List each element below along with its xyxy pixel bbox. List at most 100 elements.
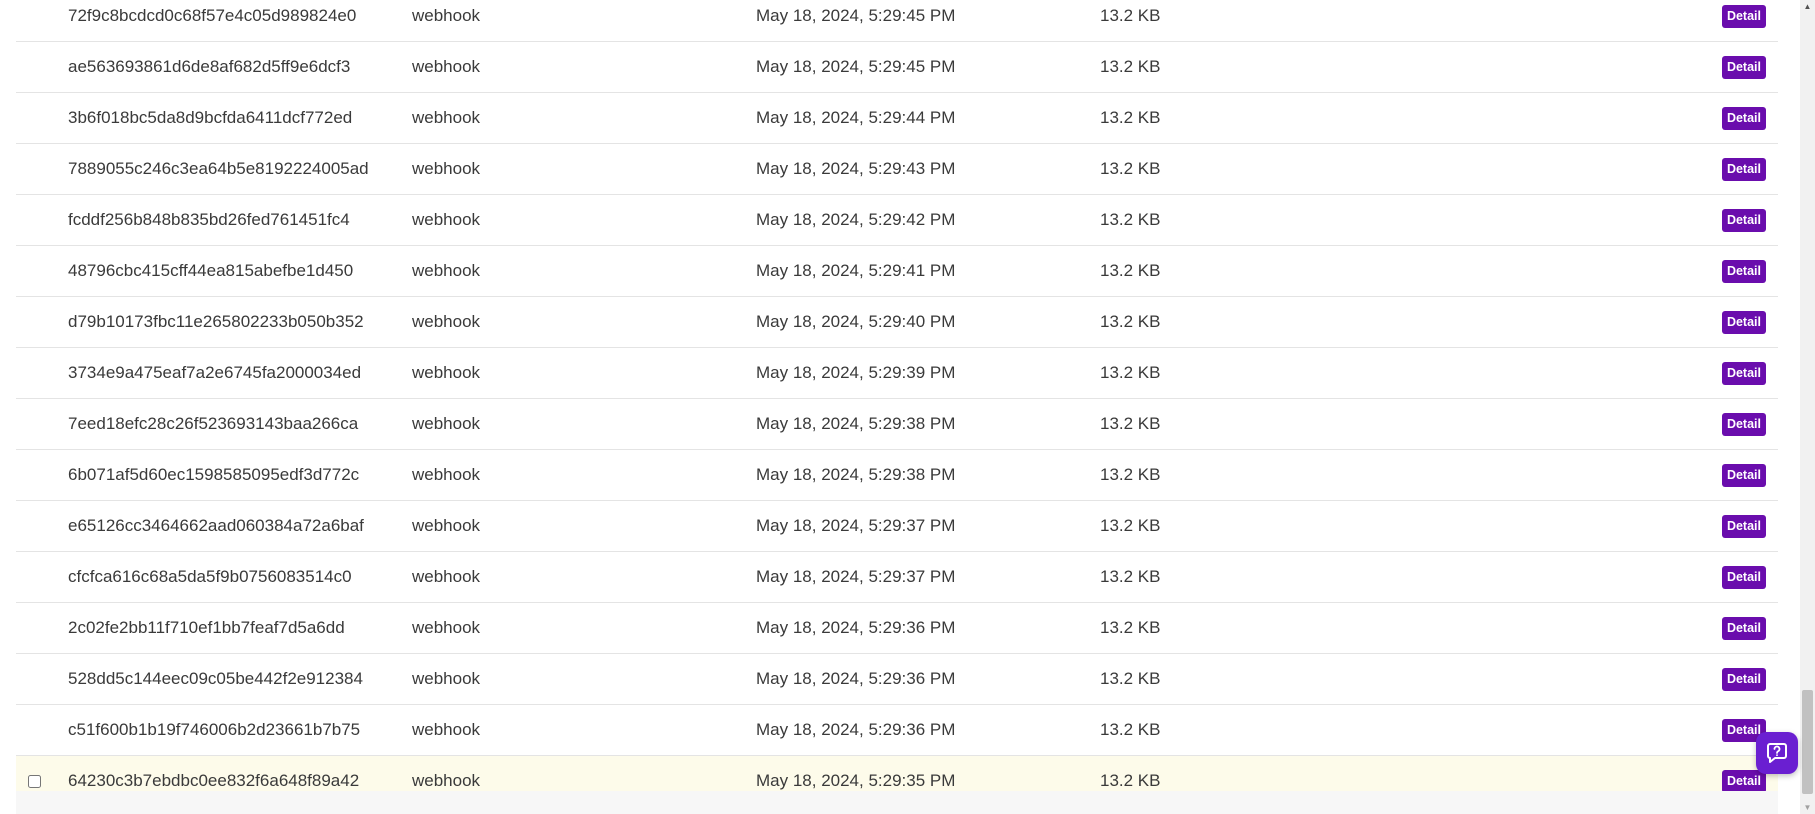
request-type: webhook [412,6,481,25]
detail-button[interactable]: Detail [1721,55,1766,79]
row-actions: Detail [1300,565,1778,589]
table-row[interactable]: 72f9c8bcdcd0c68f57e4c05d989824e0 webhook M… [16,0,1778,42]
request-id: fcddf256b848b835bd26fed761451fc4 [68,210,350,229]
table-row[interactable]: c51f600b1b19f746006b2d23661b7b75 webhook M… [16,705,1778,756]
request-timestamp: May 18, 2024, 5:29:36 PM [756,720,956,739]
request-id: d79b10173fbc11e265802233b050b352 [68,312,364,331]
request-type: webhook [412,567,481,586]
table-row[interactable]: cfcfca616c68a5da5f9b0756083514c0 webhook M… [16,552,1778,603]
detail-button[interactable]: Detail [1721,4,1766,28]
request-type: webhook [412,720,481,739]
request-type: webhook [412,618,481,637]
table-row[interactable]: 528dd5c144eec09c05be442f2e912384 webhook M… [16,654,1778,705]
chat-help-icon [1767,743,1787,763]
request-size: 13.2 KB [1100,414,1161,433]
detail-button[interactable]: Detail [1721,565,1766,589]
request-id: 6b071af5d60ec1598585095edf3d772c [68,465,360,484]
request-size: 13.2 KB [1100,363,1161,382]
row-actions: Detail [1300,106,1778,130]
request-type: webhook [412,261,481,280]
table-row[interactable]: d79b10173fbc11e265802233b050b352 webhook M… [16,297,1778,348]
row-actions: Detail [1300,208,1778,232]
table-row[interactable]: 7889055c246c3ea64b5e8192224005ad webhook M… [16,144,1778,195]
table-row[interactable]: fcddf256b848b835bd26fed761451fc4 webhook M… [16,195,1778,246]
request-size: 13.2 KB [1100,210,1161,229]
table-row[interactable]: 48796cbc415cff44ea815abefbe1d450 webhook M… [16,246,1778,297]
row-actions: Detail [1300,667,1778,691]
request-id: 528dd5c144eec09c05be442f2e912384 [68,669,363,688]
detail-button[interactable]: Detail [1721,463,1766,487]
request-id: 3734e9a475eaf7a2e6745fa2000034ed [68,363,362,382]
table-row[interactable]: 2c02fe2bb11f710ef1bb7feaf7d5a6dd webhook M… [16,603,1778,654]
detail-button[interactable]: Detail [1721,208,1766,232]
request-size: 13.2 KB [1100,516,1161,535]
request-size: 13.2 KB [1100,57,1161,76]
detail-button[interactable]: Detail [1721,667,1766,691]
scrollbar-thumb[interactable] [1802,690,1813,794]
detail-button[interactable]: Detail [1721,769,1766,793]
table-row[interactable]: e65126cc3464662aad060384a72a6baf webhook M… [16,501,1778,552]
request-type: webhook [412,312,481,331]
request-timestamp: May 18, 2024, 5:29:35 PM [756,771,956,790]
arrow-up-icon[interactable]: ▲ [1800,0,1815,12]
row-actions: Detail [1300,55,1778,79]
row-actions: Detail [1300,4,1778,28]
detail-button[interactable]: Detail [1721,514,1766,538]
request-timestamp: May 18, 2024, 5:29:41 PM [756,261,956,280]
request-id: 48796cbc415cff44ea815abefbe1d450 [68,261,354,280]
request-timestamp: May 18, 2024, 5:29:44 PM [756,108,956,127]
requests-table: 72f9c8bcdcd0c68f57e4c05d989824e0 webhook M… [16,0,1778,806]
request-id: 7889055c246c3ea64b5e8192224005ad [68,159,369,178]
detail-button[interactable]: Detail [1721,106,1766,130]
request-id: c51f600b1b19f746006b2d23661b7b75 [68,720,361,739]
row-actions: Detail [1300,463,1778,487]
row-select-checkbox[interactable] [28,774,41,788]
detail-button[interactable]: Detail [1721,310,1766,334]
request-type: webhook [412,516,481,535]
row-actions: Detail [1300,514,1778,538]
request-id: e65126cc3464662aad060384a72a6baf [68,516,364,535]
table-row[interactable]: ae563693861d6de8af682d5ff9e6dcf3 webhook M… [16,42,1778,93]
request-timestamp: May 18, 2024, 5:29:43 PM [756,159,956,178]
detail-button[interactable]: Detail [1721,412,1766,436]
request-id: 3b6f018bc5da8d9bcfda6411dcf772ed [68,108,353,127]
row-actions: Detail [1300,361,1778,385]
request-timestamp: May 18, 2024, 5:29:45 PM [756,57,956,76]
help-chat-button[interactable] [1756,732,1798,774]
request-timestamp: May 18, 2024, 5:29:38 PM [756,465,956,484]
request-timestamp: May 18, 2024, 5:29:36 PM [756,618,956,637]
request-id: ae563693861d6de8af682d5ff9e6dcf3 [68,57,351,76]
request-timestamp: May 18, 2024, 5:29:39 PM [756,363,956,382]
request-size: 13.2 KB [1100,261,1161,280]
row-actions: Detail [1300,412,1778,436]
request-type: webhook [412,363,481,382]
table-row[interactable]: 3b6f018bc5da8d9bcfda6411dcf772ed webhook M… [16,93,1778,144]
row-actions: Detail [1300,157,1778,181]
request-type: webhook [412,210,481,229]
request-timestamp: May 18, 2024, 5:29:42 PM [756,210,956,229]
request-size: 13.2 KB [1100,669,1161,688]
request-size: 13.2 KB [1100,618,1161,637]
request-type: webhook [412,414,481,433]
table-row[interactable]: 6b071af5d60ec1598585095edf3d772c webhook M… [16,450,1778,501]
request-type: webhook [412,669,481,688]
request-type: webhook [412,771,481,790]
row-actions: Detail [1300,718,1778,742]
request-type: webhook [412,465,481,484]
arrow-down-icon[interactable]: ▼ [1800,800,1815,814]
detail-button[interactable]: Detail [1721,259,1766,283]
viewport: 72f9c8bcdcd0c68f57e4c05d989824e0 webhook M… [0,0,1815,814]
table-row[interactable]: 3734e9a475eaf7a2e6745fa2000034ed webhook M… [16,348,1778,399]
request-timestamp: May 18, 2024, 5:29:36 PM [756,669,956,688]
request-size: 13.2 KB [1100,108,1161,127]
request-id: cfcfca616c68a5da5f9b0756083514c0 [68,567,352,586]
detail-button[interactable]: Detail [1721,157,1766,181]
request-timestamp: May 18, 2024, 5:29:37 PM [756,567,956,586]
row-select-cell [16,774,68,788]
request-size: 13.2 KB [1100,771,1161,790]
detail-button[interactable]: Detail [1721,616,1766,640]
vertical-scrollbar[interactable]: ▲ ▼ [1800,0,1815,814]
table-row[interactable]: 7eed18efc28c26f523693143baa266ca webhook M… [16,399,1778,450]
request-size: 13.2 KB [1100,720,1161,739]
detail-button[interactable]: Detail [1721,361,1766,385]
